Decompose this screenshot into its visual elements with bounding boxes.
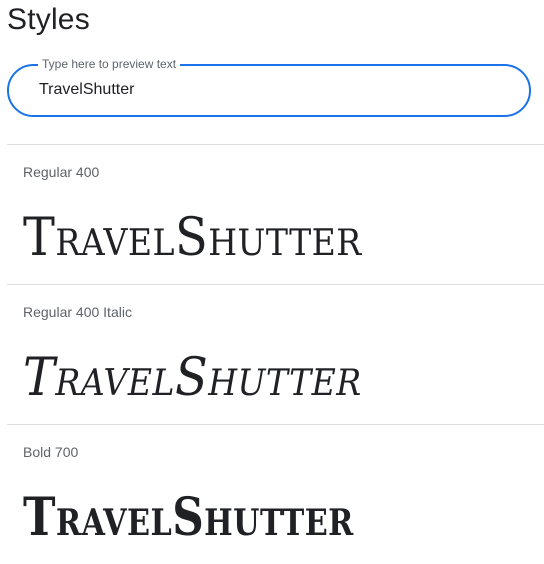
preview-text-input[interactable]	[39, 78, 509, 102]
style-name: Regular 400 Italic	[23, 304, 132, 320]
preview-text-field[interactable]: Type here to preview text	[7, 57, 531, 117]
style-sample: TravelShutter	[23, 487, 354, 548]
style-row-regular-400-italic: Regular 400 Italic TravelShutter	[7, 284, 544, 424]
style-name: Bold 700	[23, 444, 79, 460]
section-title: Styles	[7, 3, 90, 36]
style-sample: TravelShutter	[23, 208, 362, 268]
preview-text-label: Type here to preview text	[38, 57, 181, 72]
style-name: Regular 400	[23, 164, 100, 180]
style-sample: TravelShutter	[23, 348, 362, 408]
style-row-bold-700: Bold 700 TravelShutter	[7, 424, 544, 564]
style-row-regular-400: Regular 400 TravelShutter	[7, 144, 544, 284]
